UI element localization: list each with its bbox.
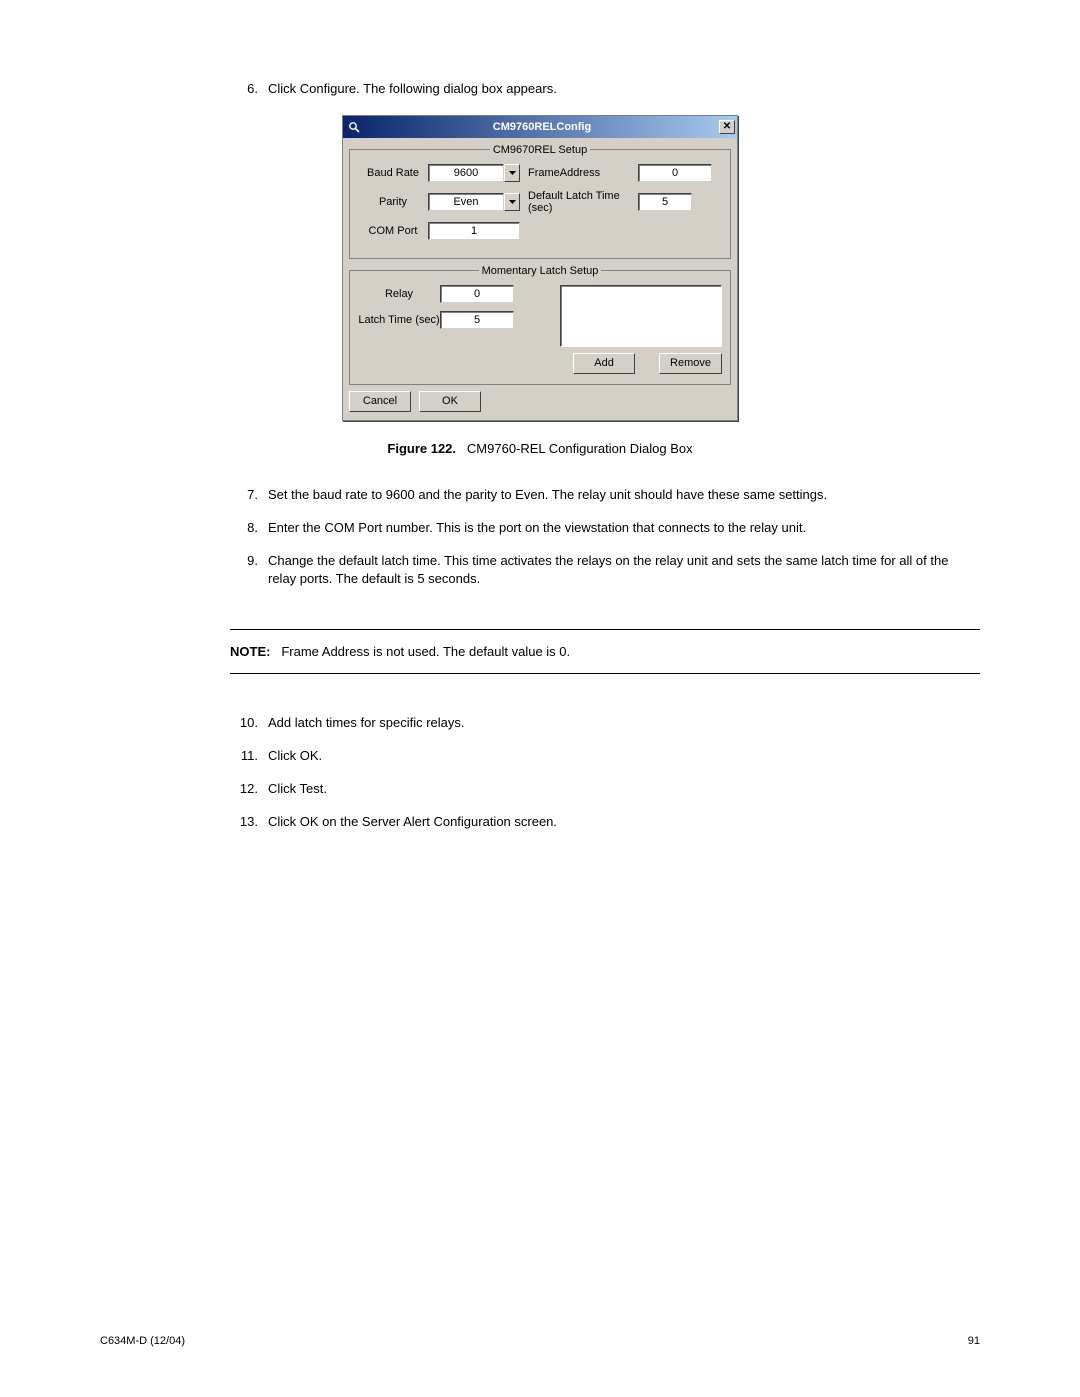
setup-group-legend: CM9670REL Setup (490, 144, 590, 156)
latch-time-label: Latch Time (sec) (358, 314, 440, 326)
note-label: NOTE: (230, 644, 270, 659)
step-12: 12. Click Test. (230, 780, 980, 799)
setup-group: CM9670REL Setup Baud Rate 9600 FrameAddr… (349, 144, 731, 259)
default-latch-input[interactable]: 5 (638, 193, 692, 211)
baud-rate-value[interactable]: 9600 (428, 164, 504, 182)
step-9: 9. Change the default latch time. This t… (230, 552, 980, 590)
instructions-after-figure: 7. Set the baud rate to 9600 and the par… (230, 486, 980, 589)
step-number: 12. (230, 780, 268, 799)
app-icon (347, 120, 361, 134)
parity-label: Parity (358, 196, 428, 208)
step-number: 13. (230, 813, 268, 832)
step-text: Set the baud rate to 9600 and the parity… (268, 486, 980, 505)
figure-label: Figure 122. (387, 441, 456, 456)
chevron-down-icon[interactable] (504, 164, 520, 182)
cancel-button[interactable]: Cancel (349, 391, 411, 412)
instructions-before-figure: 6. Click Configure. The following dialog… (230, 80, 980, 99)
step-number: 11. (230, 747, 268, 766)
relay-input[interactable]: 0 (440, 285, 514, 303)
step-text: Click OK. (268, 747, 980, 766)
chevron-down-icon[interactable] (504, 193, 520, 211)
figure-caption: Figure 122. CM9760-REL Configuration Dia… (100, 441, 980, 456)
step-number: 6. (230, 80, 268, 99)
close-icon[interactable]: ✕ (719, 120, 735, 134)
step-10: 10. Add latch times for specific relays. (230, 714, 980, 733)
parity-combo[interactable]: Even (428, 193, 520, 211)
step-text: Add latch times for specific relays. (268, 714, 980, 733)
note-box: NOTE: Frame Address is not used. The def… (230, 629, 980, 674)
frame-address-label: FrameAddress (528, 167, 638, 179)
step-text: Click Configure. The following dialog bo… (268, 80, 980, 99)
footer-page-number: 91 (968, 1335, 980, 1347)
note-content: NOTE: Frame Address is not used. The def… (230, 630, 980, 673)
step-text: Enter the COM Port number. This is the p… (268, 519, 980, 538)
step-text: Click Test. (268, 780, 980, 799)
step-13: 13. Click OK on the Server Alert Configu… (230, 813, 980, 832)
dialog-title: CM9760RELConfig (365, 121, 719, 133)
latch-time-input[interactable]: 5 (440, 311, 514, 329)
dialog-titlebar: CM9760RELConfig ✕ (343, 116, 737, 138)
com-port-input[interactable]: 1 (428, 222, 520, 240)
momentary-group-legend: Momentary Latch Setup (479, 265, 602, 277)
note-text: Frame Address is not used. The default v… (281, 644, 570, 659)
step-6: 6. Click Configure. The following dialog… (230, 80, 980, 99)
step-7: 7. Set the baud rate to 9600 and the par… (230, 486, 980, 505)
step-number: 9. (230, 552, 268, 590)
step-text: Change the default latch time. This time… (268, 552, 980, 590)
parity-value[interactable]: Even (428, 193, 504, 211)
momentary-group: Momentary Latch Setup Relay 0 Latch Time… (349, 265, 731, 385)
ok-button[interactable]: OK (419, 391, 481, 412)
default-latch-label: Default Latch Time (sec) (528, 190, 638, 214)
step-11: 11. Click OK. (230, 747, 980, 766)
step-number: 8. (230, 519, 268, 538)
baud-rate-combo[interactable]: 9600 (428, 164, 520, 182)
relay-listbox[interactable] (560, 285, 722, 347)
step-number: 10. (230, 714, 268, 733)
step-number: 7. (230, 486, 268, 505)
dialog-body: CM9670REL Setup Baud Rate 9600 FrameAddr… (343, 138, 737, 420)
step-text: Click OK on the Server Alert Configurati… (268, 813, 980, 832)
divider (230, 673, 980, 674)
footer-doc-id: C634M-D (12/04) (100, 1335, 185, 1347)
com-port-label: COM Port (358, 225, 428, 237)
add-button[interactable]: Add (573, 353, 635, 374)
figure-dialog-screenshot: CM9760RELConfig ✕ CM9670REL Setup Baud R… (100, 115, 980, 421)
remove-button[interactable]: Remove (659, 353, 722, 374)
config-dialog: CM9760RELConfig ✕ CM9670REL Setup Baud R… (342, 115, 738, 421)
instructions-after-note: 10. Add latch times for specific relays.… (230, 714, 980, 831)
baud-rate-label: Baud Rate (358, 167, 428, 179)
step-8: 8. Enter the COM Port number. This is th… (230, 519, 980, 538)
frame-address-input[interactable]: 0 (638, 164, 712, 182)
relay-label: Relay (358, 288, 440, 300)
figure-caption-text: CM9760-REL Configuration Dialog Box (467, 441, 693, 456)
page-footer: C634M-D (12/04) 91 (100, 1335, 980, 1347)
